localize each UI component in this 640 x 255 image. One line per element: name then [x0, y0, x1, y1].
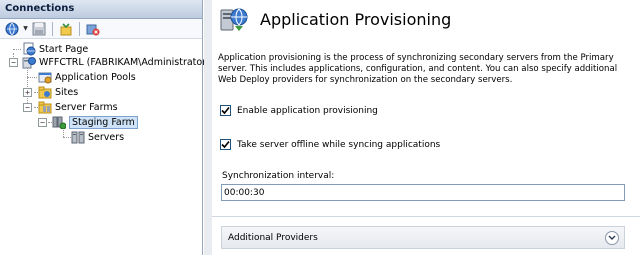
tree-item-label: Staging Farm [69, 115, 138, 129]
checkmark-icon [221, 140, 230, 149]
connections-tree: Start Page − WFFCTRL (FABRIKAM\Administr… [0, 39, 210, 144]
tree-item-server[interactable]: WFFCTRL (FABRIKAM\Administrator) [22, 55, 210, 69]
servers-icon [71, 131, 85, 144]
enable-provisioning-option[interactable]: Enable application provisioning [220, 105, 378, 116]
tree-item-servers[interactable]: Servers [71, 130, 124, 144]
checkmark-icon [221, 106, 230, 115]
collapse-toggle[interactable]: − [38, 118, 47, 127]
sites-icon [38, 86, 52, 99]
tree-line [63, 137, 71, 138]
connect-globe-icon[interactable] [4, 21, 20, 37]
expand-toggle[interactable]: + [23, 88, 32, 97]
enable-provisioning-checkbox[interactable] [220, 105, 231, 116]
enable-provisioning-label: Enable application provisioning [237, 105, 378, 116]
chevron-down-icon[interactable] [605, 230, 619, 245]
collapse-toggle[interactable]: − [9, 58, 18, 67]
tree-item-staging-farm[interactable]: Staging Farm [52, 115, 138, 129]
divider [212, 216, 640, 217]
new-connection-icon[interactable] [58, 21, 74, 37]
connections-pane: Connections ▼ Start Page − WFFCTRL (FABR… [0, 0, 210, 255]
application-provisioning-icon [220, 8, 248, 31]
chevron-down-icon[interactable]: ▼ [22, 21, 29, 37]
save-icon[interactable] [31, 21, 47, 37]
toolbar-separator [52, 21, 53, 36]
additional-providers-section[interactable]: Additional Providers [221, 226, 625, 249]
feature-description: Application provisioning is the process … [218, 53, 618, 85]
tree-item-label: Server Farms [55, 101, 118, 113]
feature-pane: Application Provisioning Application pro… [204, 0, 640, 255]
take-offline-option[interactable]: Take server offline while syncing applic… [220, 139, 440, 150]
tree-line [27, 77, 37, 78]
collapse-toggle[interactable]: − [23, 103, 32, 112]
staging-farm-icon [52, 116, 66, 129]
app-pools-icon [38, 72, 52, 84]
tree-item-label: Application Pools [55, 71, 136, 83]
tree-item-sites[interactable]: Sites [38, 85, 78, 99]
toolbar-separator [79, 21, 80, 36]
tree-item-label: Servers [88, 131, 125, 143]
server-farms-icon [38, 101, 52, 114]
tree-item-label: Start Page [39, 43, 89, 55]
tree-item-label: Sites [55, 86, 79, 98]
server-icon [22, 57, 36, 69]
connections-toolbar: ▼ [0, 19, 202, 39]
start-page-icon [23, 42, 36, 56]
take-offline-checkbox[interactable] [220, 139, 231, 150]
disconnect-icon[interactable] [85, 21, 101, 37]
feature-header: Application Provisioning [212, 0, 640, 38]
sync-interval-label: Synchronization interval: [222, 171, 335, 181]
tree-item-server-farms[interactable]: Server Farms [38, 100, 118, 114]
page-title: Application Provisioning [260, 9, 452, 29]
tree-item-start-page[interactable]: Start Page [22, 42, 88, 56]
sync-interval-input[interactable] [221, 184, 625, 201]
feature-content: Application provisioning is the process … [212, 38, 640, 255]
tree-line [13, 49, 21, 50]
tree-item-application-pools[interactable]: Application Pools [38, 70, 136, 84]
additional-providers-label: Additional Providers [228, 232, 318, 243]
tree-item-label: WFFCTRL (FABRIKAM\Administrator) [39, 56, 210, 68]
connections-title: Connections [0, 0, 202, 19]
take-offline-label: Take server offline while syncing applic… [237, 139, 441, 150]
